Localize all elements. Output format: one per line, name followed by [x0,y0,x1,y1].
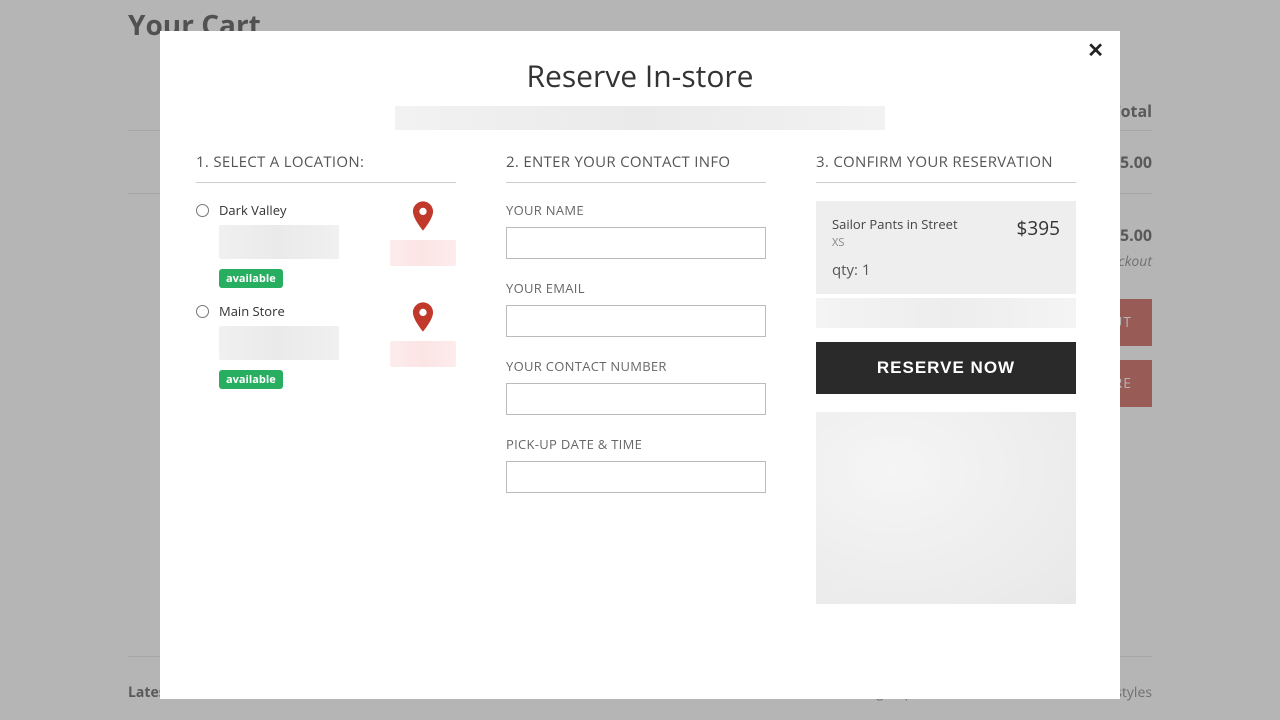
availability-badge: available [219,370,283,389]
info-placeholder [816,412,1076,604]
phone-input[interactable] [506,383,766,415]
location-name: Main Store [219,302,390,320]
location-radio[interactable] [196,204,209,217]
reservation-summary: Sailor Pants in Street XS qty: 1 $395 [816,201,1076,294]
pickup-datetime-input[interactable] [506,461,766,493]
name-input[interactable] [506,227,766,259]
map-pin-icon [412,302,434,337]
name-label: Your Name [506,201,766,219]
summary-strip-placeholder [816,298,1076,328]
step-confirm-reservation: 3. Confirm Your Reservation Sailor Pants… [816,152,1076,604]
modal-banner-placeholder [395,106,885,130]
location-option[interactable]: Dark Valley available [196,201,456,288]
location-radio[interactable] [196,305,209,318]
location-thumbnail-placeholder [390,240,456,266]
reserve-instore-modal: ✕ Reserve In-store 1. Select a Location:… [160,31,1120,699]
modal-title: Reserve In-store [196,55,1084,96]
step2-heading: 2. Enter Your Contact Info [506,152,766,183]
map-pin-icon [412,201,434,236]
phone-label: Your Contact Number [506,357,766,375]
location-address-placeholder [219,326,339,360]
summary-item-qty: qty: 1 [832,260,958,280]
step1-heading: 1. Select a Location: [196,152,456,183]
step-contact-info: 2. Enter Your Contact Info Your Name You… [506,152,766,604]
step3-heading: 3. Confirm Your Reservation [816,152,1076,183]
reserve-now-button[interactable]: RESERVE NOW [816,342,1076,394]
summary-item-price: $395 [1017,215,1060,241]
pickup-label: Pick-up Date & Time [506,435,766,453]
step-select-location: 1. Select a Location: Dark Valley availa… [196,152,456,604]
location-thumbnail-placeholder [390,341,456,367]
location-option[interactable]: Main Store available [196,302,456,389]
close-icon[interactable]: ✕ [1087,41,1104,61]
summary-item-name: Sailor Pants in Street [832,215,958,233]
location-name: Dark Valley [219,201,390,219]
email-input[interactable] [506,305,766,337]
location-address-placeholder [219,225,339,259]
email-label: Your Email [506,279,766,297]
summary-item-size: XS [832,235,958,250]
availability-badge: available [219,269,283,288]
